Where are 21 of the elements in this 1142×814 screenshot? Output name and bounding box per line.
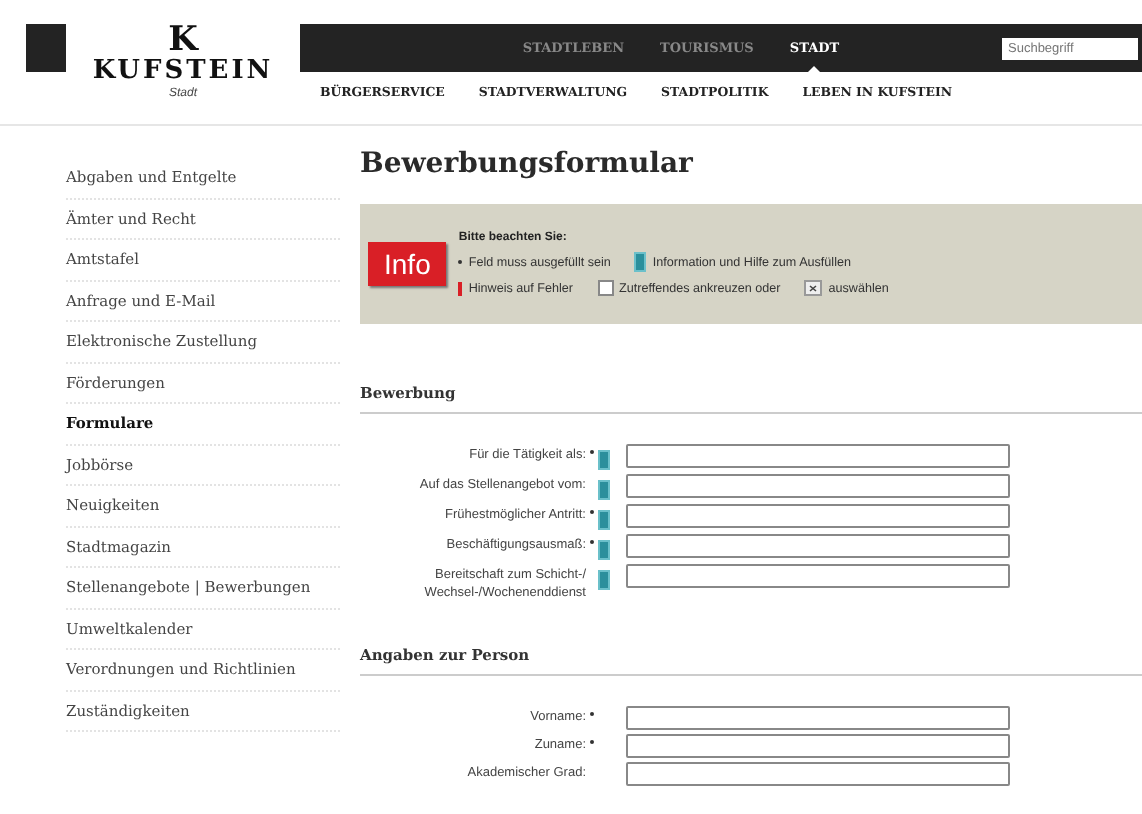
input-field[interactable]: [626, 534, 1010, 558]
logo-letter: K: [168, 24, 198, 56]
input-field[interactable]: [626, 504, 1010, 528]
input-field[interactable]: [626, 762, 1010, 786]
input-field[interactable]: [626, 706, 1010, 730]
error-icon: [458, 281, 463, 295]
info-icon: [634, 252, 647, 272]
checkbox-icon: [597, 280, 614, 296]
input-field[interactable]: [626, 734, 1010, 758]
info-icon[interactable]: [598, 480, 610, 500]
info-icon[interactable]: [598, 510, 610, 530]
info-icon[interactable]: [598, 540, 610, 560]
input-field[interactable]: [626, 564, 1010, 588]
input-field[interactable]: [626, 444, 1010, 468]
select-icon: [804, 280, 823, 296]
page-title: Bewerbungsformular: [360, 148, 695, 180]
input-field[interactable]: [626, 474, 1010, 498]
info-icon[interactable]: [598, 570, 610, 590]
logo-text: KUFSTEIN: [92, 56, 274, 87]
info-badge: Info: [368, 242, 447, 286]
info-icon[interactable]: [598, 450, 610, 470]
